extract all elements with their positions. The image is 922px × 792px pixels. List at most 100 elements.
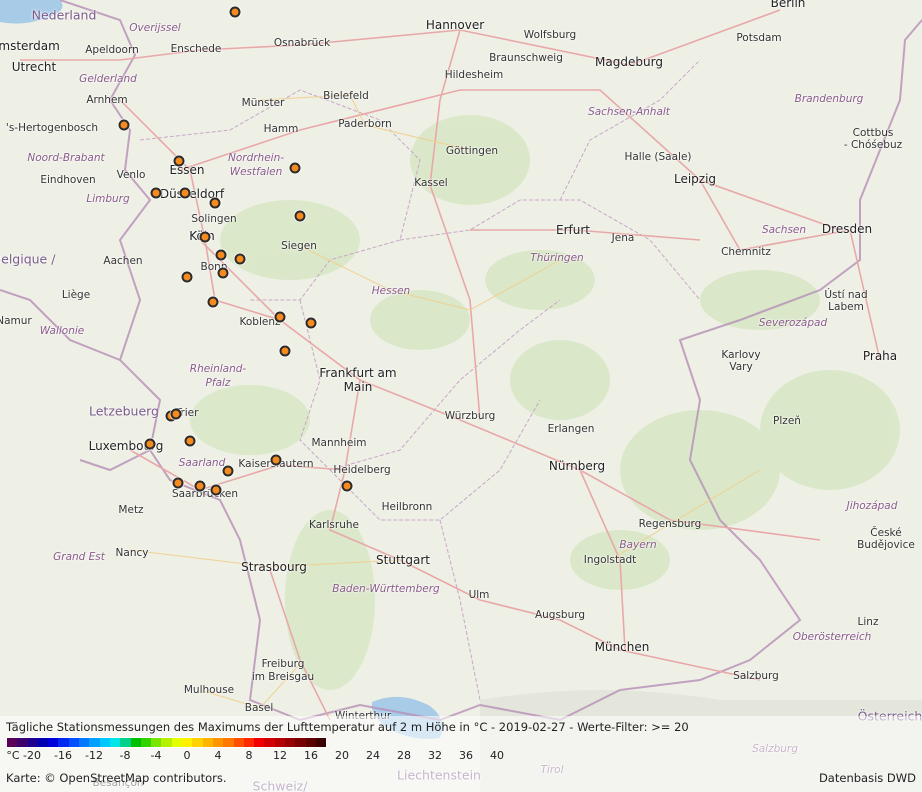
station-marker[interactable] <box>173 155 185 167</box>
colorbar-swatch <box>7 738 18 747</box>
station-marker[interactable] <box>207 296 219 308</box>
station-marker[interactable] <box>279 345 291 357</box>
basemap <box>0 0 922 792</box>
colorbar-swatch <box>223 738 234 747</box>
colorbar-swatch <box>243 738 255 747</box>
place-label: 's-Hertogenbosch <box>5 122 99 134</box>
station-marker[interactable] <box>179 187 191 199</box>
place-label: Nancy <box>115 547 149 559</box>
place-label: Brandenburg <box>794 93 864 105</box>
station-marker[interactable] <box>194 480 206 492</box>
place-label: Plzeň <box>773 415 801 427</box>
station-marker[interactable] <box>144 438 156 450</box>
place-label: Enschede <box>170 43 222 55</box>
colorbar-tick: -12 <box>85 749 103 762</box>
place-label: Osnabrück <box>273 37 331 49</box>
colorbar-swatch <box>109 738 121 747</box>
place-label: Potsdam <box>736 32 782 44</box>
station-marker[interactable] <box>210 484 222 496</box>
colorbar-swatch <box>48 738 59 747</box>
station-marker[interactable] <box>234 253 246 265</box>
place-label: Wallonie <box>39 325 85 337</box>
place-label: Nürnberg <box>548 459 606 473</box>
place-label: Kassel <box>414 177 448 189</box>
place-label: Gelderland <box>79 73 137 85</box>
colorbar-swatch <box>192 738 203 747</box>
place-label: Paderborn <box>338 118 392 130</box>
place-label: Frankfurt am <box>319 366 397 380</box>
place-label: Pfalz <box>205 377 231 389</box>
station-marker[interactable] <box>270 454 282 466</box>
place-label: Hannover <box>425 18 485 32</box>
colorbar-swatch <box>120 738 131 747</box>
place-label: Bielefeld <box>323 90 369 102</box>
place-label: Sachsen <box>761 224 807 236</box>
station-marker[interactable] <box>294 210 306 222</box>
colorbar-tick: 28 <box>397 749 411 762</box>
place-label: Regensburg <box>638 518 702 530</box>
place-label: Nordrhein- <box>227 152 285 164</box>
colorbar-swatch <box>202 738 213 747</box>
place-label: Heilbronn <box>381 501 433 513</box>
place-label: Linz <box>857 616 879 628</box>
colorbar-tick: 40 <box>490 749 504 762</box>
station-marker[interactable] <box>150 187 162 199</box>
colorbar-tick: 8 <box>245 749 253 762</box>
colorbar-swatch <box>58 738 69 747</box>
colorbar-swatch <box>161 738 172 747</box>
station-marker[interactable] <box>181 271 193 283</box>
place-label: Bayern <box>619 539 657 551</box>
place-label: Basel <box>244 702 274 714</box>
place-label: Vary <box>729 361 753 373</box>
station-marker[interactable] <box>184 435 196 447</box>
place-label: München <box>594 640 650 654</box>
place-label: Braunschweig <box>489 52 563 64</box>
place-label: Chemnitz <box>721 246 771 258</box>
place-label: Jena <box>611 232 635 244</box>
station-marker[interactable] <box>118 119 130 131</box>
place-label: - Chóśebuz <box>843 139 903 151</box>
colorbar-swatch <box>37 738 49 747</box>
station-marker[interactable] <box>199 231 211 243</box>
place-label: Praha <box>862 349 898 363</box>
place-label: Venlo <box>116 169 146 181</box>
place-label: Eindhoven <box>40 174 96 186</box>
place-label: Hamm <box>263 123 299 135</box>
place-label: Augsburg <box>534 609 586 621</box>
place-label: Baden-Württemberg <box>332 583 440 595</box>
place-label: Dresden <box>821 222 873 236</box>
colorbar-swatch <box>305 738 316 747</box>
station-marker[interactable] <box>289 162 301 174</box>
station-marker[interactable] <box>222 465 234 477</box>
station-marker[interactable] <box>170 408 182 420</box>
colorbar-tick: 20 <box>335 749 349 762</box>
station-marker[interactable] <box>274 311 286 323</box>
place-label: Utrecht <box>11 60 57 74</box>
map-canvas[interactable]: Nederland Amsterdam Utrecht Apeldoorn Ensche… <box>0 0 922 792</box>
station-marker[interactable] <box>217 267 229 279</box>
station-marker[interactable] <box>172 477 184 489</box>
colorbar-tick: -4 <box>150 749 162 762</box>
place-label: Budějovice <box>857 539 915 551</box>
station-marker[interactable] <box>341 480 353 492</box>
legend-title: Tägliche Stationsmessungen des Maximums … <box>6 720 689 734</box>
station-marker[interactable] <box>305 317 317 329</box>
place-label: Overijssel <box>129 22 181 34</box>
colorbar-tick: 0 <box>183 749 191 762</box>
place-label: Belgique / <box>0 251 56 267</box>
place-label: Münster <box>241 97 285 109</box>
place-label: Severozápad <box>758 317 828 329</box>
place-label: Mulhouse <box>183 684 235 696</box>
colorbar-swatch <box>315 738 327 747</box>
colorbar-swatch <box>151 738 162 747</box>
place-label: Stuttgart <box>376 553 430 567</box>
colorbar-tick: 24 <box>366 749 380 762</box>
colorbar-swatch <box>212 738 224 747</box>
station-marker[interactable] <box>229 6 241 18</box>
place-label: Saarbrücken <box>171 488 239 500</box>
temperature-colorbar <box>6 737 328 748</box>
station-marker[interactable] <box>215 249 227 261</box>
place-label: Magdeburg <box>595 55 663 69</box>
colorbar-swatch <box>68 738 80 747</box>
station-marker[interactable] <box>209 197 221 209</box>
